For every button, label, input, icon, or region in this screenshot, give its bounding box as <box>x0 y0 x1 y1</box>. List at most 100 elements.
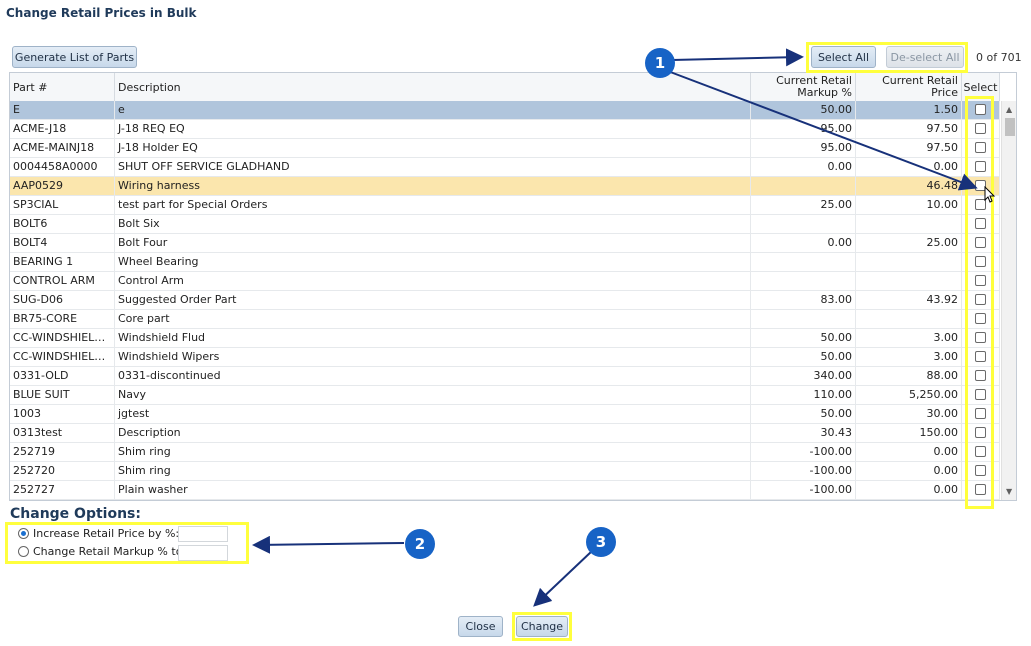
cell-markup: 50.00 <box>751 101 856 119</box>
cell-description: 0331-discontinued <box>115 367 751 385</box>
cell-description: J-18 REQ EQ <box>115 120 751 138</box>
table-row[interactable]: BEARING 1 Wheel Bearing <box>10 253 1000 272</box>
dialog-title: Change Retail Prices in Bulk <box>6 6 197 20</box>
cell-part: E <box>10 101 115 119</box>
cell-markup: 340.00 <box>751 367 856 385</box>
cell-part: BOLT6 <box>10 215 115 233</box>
table-row[interactable]: BOLT6 Bolt Six <box>10 215 1000 234</box>
table-row[interactable]: BOLT4 Bolt Four 0.00 25.00 <box>10 234 1000 253</box>
arrow-3-to-change <box>533 550 593 607</box>
cell-part: BR75-CORE <box>10 310 115 328</box>
cell-price: 97.50 <box>856 120 962 138</box>
table-row[interactable]: BR75-CORE Core part <box>10 310 1000 329</box>
cell-price: 3.00 <box>856 329 962 347</box>
cell-description: J-18 Holder EQ <box>115 139 751 157</box>
cell-part: 252727 <box>10 481 115 499</box>
mouse-cursor-icon <box>984 186 996 203</box>
cell-part: BLUE SUIT <box>10 386 115 404</box>
highlight-change-options <box>5 522 249 564</box>
cell-price: 3.00 <box>856 348 962 366</box>
cell-description: Suggested Order Part <box>115 291 751 309</box>
cell-description: Bolt Four <box>115 234 751 252</box>
table-row[interactable]: CONTROL ARM Control Arm <box>10 272 1000 291</box>
cell-part: ACME-MAINJ18 <box>10 139 115 157</box>
cell-markup: 30.43 <box>751 424 856 442</box>
cell-part: 0004458A0000 <box>10 158 115 176</box>
cell-description: Core part <box>115 310 751 328</box>
cell-description: Shim ring <box>115 443 751 461</box>
cell-description: e <box>115 101 751 119</box>
cell-price <box>856 215 962 233</box>
generate-list-button[interactable]: Generate List of Parts <box>12 46 137 68</box>
table-row[interactable]: ACME-MAINJ18 J-18 Holder EQ 95.00 97.50 <box>10 139 1000 158</box>
table-row[interactable]: 252720 Shim ring -100.00 0.00 <box>10 462 1000 481</box>
cell-price: 10.00 <box>856 196 962 214</box>
cell-price: 25.00 <box>856 234 962 252</box>
cell-part: 252720 <box>10 462 115 480</box>
scroll-down-icon[interactable]: ▼ <box>1006 487 1012 496</box>
table-row[interactable]: ACME-J18 J-18 REQ EQ 95.00 97.50 <box>10 120 1000 139</box>
col-header-markup-line2: Markup % <box>797 86 852 99</box>
annotation-badge-2: 2 <box>405 529 435 559</box>
annotation-badge-3: 3 <box>586 527 616 557</box>
table-row[interactable]: CC-WINDSHIELD... Windshield Wipers 50.00 3.… <box>10 348 1000 367</box>
close-button[interactable]: Close <box>458 616 503 637</box>
table-row[interactable]: 252719 Shim ring -100.00 0.00 <box>10 443 1000 462</box>
cell-price: 30.00 <box>856 405 962 423</box>
scrollbar-thumb[interactable] <box>1005 118 1015 136</box>
cell-part: CC-WINDSHIELD... <box>10 348 115 366</box>
cell-description: Windshield Wipers <box>115 348 751 366</box>
cell-price: 150.00 <box>856 424 962 442</box>
col-header-markup[interactable]: Current Retail Markup % <box>751 73 856 101</box>
cell-part: 1003 <box>10 405 115 423</box>
selection-count: 0 of 701 <box>976 51 1022 64</box>
table-row[interactable]: Ee 50.00 1.50 <box>10 101 1000 120</box>
cell-price <box>856 272 962 290</box>
col-header-price[interactable]: Current Retail Price <box>856 73 962 101</box>
cell-price <box>856 310 962 328</box>
cell-price: 1.50 <box>856 101 962 119</box>
cell-markup <box>751 310 856 328</box>
table-row[interactable]: SP3CIAL test part for Special Orders 25.00… <box>10 196 1000 215</box>
cell-price: 0.00 <box>856 443 962 461</box>
cell-markup: 95.00 <box>751 139 856 157</box>
cell-description: Wiring harness <box>115 177 751 195</box>
cell-markup: 0.00 <box>751 234 856 252</box>
grid-scrollbar[interactable]: ▲ ▼ <box>1001 101 1016 500</box>
cell-markup: 50.00 <box>751 329 856 347</box>
cell-part: BOLT4 <box>10 234 115 252</box>
cell-markup <box>751 253 856 271</box>
cell-price: 88.00 <box>856 367 962 385</box>
cell-part: 252719 <box>10 443 115 461</box>
col-header-part[interactable]: Part # <box>10 73 115 101</box>
table-row[interactable]: 252727 Plain washer -100.00 0.00 <box>10 481 1000 500</box>
cell-price <box>856 253 962 271</box>
highlight-select-buttons <box>806 42 968 73</box>
cell-price: 97.50 <box>856 139 962 157</box>
cell-description: jgtest <box>115 405 751 423</box>
cell-part: 0313test <box>10 424 115 442</box>
table-row[interactable]: 1003 jgtest 50.00 30.00 <box>10 405 1000 424</box>
highlight-change-button <box>512 612 572 641</box>
cell-markup: 110.00 <box>751 386 856 404</box>
table-row[interactable]: AAP0529 Wiring harness 46.48 <box>10 177 1000 196</box>
cell-part: CONTROL ARM <box>10 272 115 290</box>
cell-part: AAP0529 <box>10 177 115 195</box>
grid-header: Part # Description Current Retail Markup… <box>10 73 1000 102</box>
table-row[interactable]: BLUE SUIT Navy 110.00 5,250.00 <box>10 386 1000 405</box>
cell-part: 0331-OLD <box>10 367 115 385</box>
scroll-up-icon[interactable]: ▲ <box>1006 105 1012 114</box>
cell-description: Windshield Flud <box>115 329 751 347</box>
table-row[interactable]: 0331-OLD 0331-discontinued 340.00 88.00 <box>10 367 1000 386</box>
table-row[interactable]: SUG-D06 Suggested Order Part 83.00 43.92 <box>10 291 1000 310</box>
cell-description: Wheel Bearing <box>115 253 751 271</box>
table-row[interactable]: 0313test Description 30.43 150.00 <box>10 424 1000 443</box>
cell-markup: 0.00 <box>751 158 856 176</box>
table-row[interactable]: CC-WINDSHIELDF... Windshield Flud 50.00 3.0… <box>10 329 1000 348</box>
table-row[interactable]: 0004458A0000 SHUT OFF SERVICE GLADHAND 0.0… <box>10 158 1000 177</box>
cell-description: Navy <box>115 386 751 404</box>
cell-markup <box>751 215 856 233</box>
cell-markup <box>751 272 856 290</box>
parts-grid: Part # Description Current Retail Markup… <box>9 72 1017 501</box>
cell-price: 0.00 <box>856 462 962 480</box>
